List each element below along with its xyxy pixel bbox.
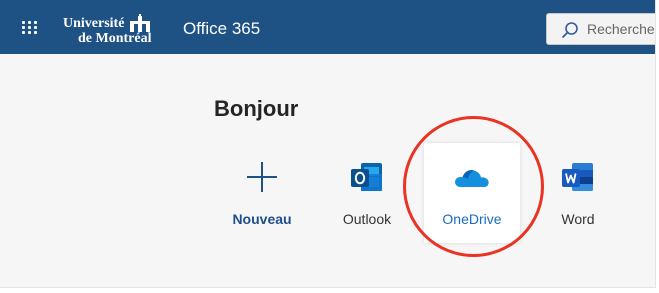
word-app-tile[interactable]: Word <box>532 144 624 244</box>
plus-icon <box>247 162 277 192</box>
logo-line-2: de Montréal <box>78 31 152 46</box>
onedrive-icon <box>455 170 489 187</box>
logo-line-1: Université <box>63 16 125 31</box>
universite-de-montreal-logo[interactable]: Université de Montréal <box>63 14 155 46</box>
top-navigation-bar: Université de Montréal Office 365 <box>0 0 655 54</box>
app-title[interactable]: Office 365 <box>183 19 260 39</box>
greeting-heading: Bonjour <box>214 96 299 121</box>
search-input[interactable] <box>587 14 655 44</box>
university-emblem-icon <box>130 14 150 32</box>
search-box[interactable] <box>546 13 655 45</box>
office-365-home: Université de Montréal Office 365 Bonjou… <box>0 0 656 288</box>
onedrive-app-tile[interactable]: OneDrive <box>424 143 520 243</box>
word-label: Word <box>561 211 595 227</box>
word-icon <box>562 163 593 191</box>
search-icon <box>562 22 578 38</box>
new-label: Nouveau <box>232 211 292 227</box>
onedrive-label: OneDrive <box>442 211 502 227</box>
new-document-button[interactable]: Nouveau <box>216 144 308 244</box>
outlook-app-tile[interactable]: Outlook <box>321 144 413 244</box>
app-launcher-icon[interactable] <box>22 21 38 35</box>
outlook-label: Outlook <box>342 211 392 227</box>
outlook-icon <box>351 163 382 191</box>
